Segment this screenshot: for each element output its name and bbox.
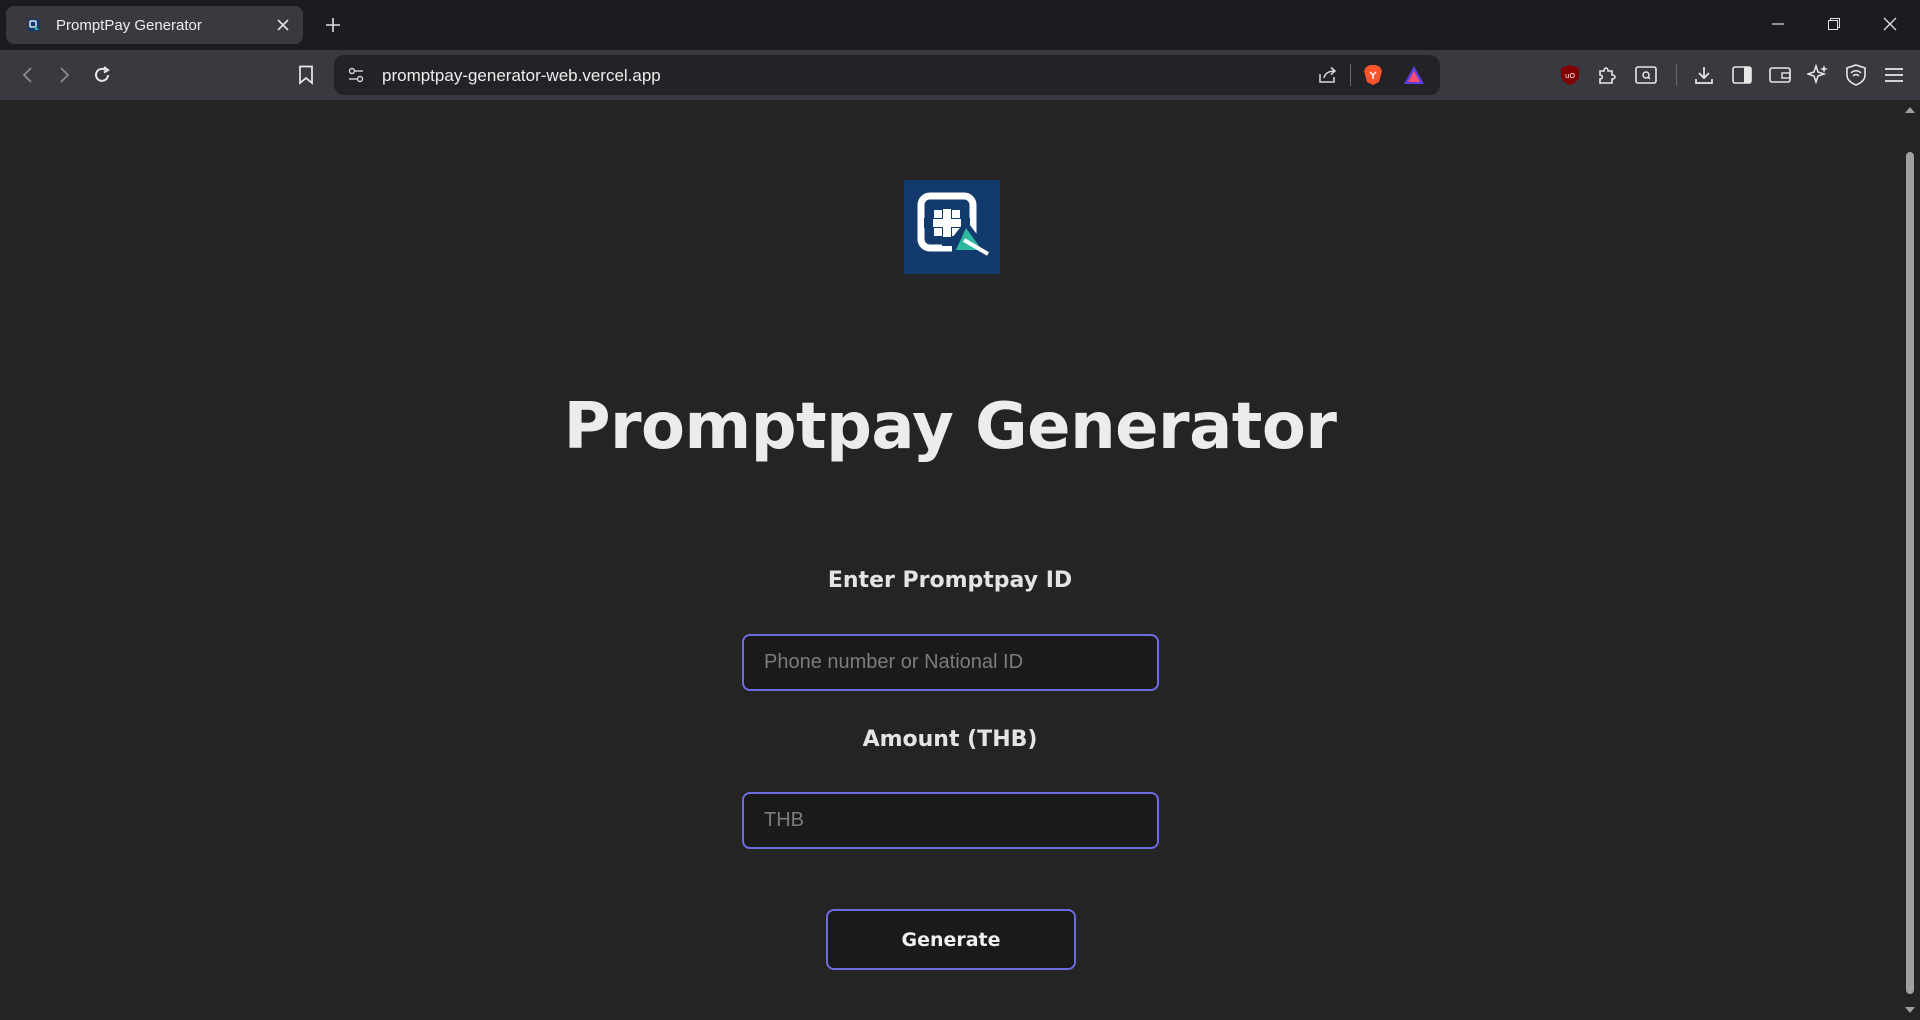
page-content: Promptpay Generator Enter Promptpay ID A…	[0, 100, 1900, 1020]
download-icon[interactable]	[1688, 59, 1720, 91]
promptpay-id-input[interactable]	[742, 634, 1159, 691]
page-scrollbar[interactable]	[1900, 100, 1920, 1020]
wallet-icon[interactable]	[1764, 59, 1796, 91]
qr-favicon-icon	[26, 17, 42, 33]
reload-icon[interactable]	[86, 59, 118, 91]
tab-title: PromptPay Generator	[56, 16, 202, 34]
arrow-left-icon[interactable]	[12, 59, 44, 91]
page-title: Promptpay Generator	[563, 390, 1337, 464]
new-tab-plus-icon[interactable]	[318, 10, 348, 40]
url-text: promptpay-generator-web.vercel.app	[382, 66, 661, 85]
toolbar-separator	[1676, 64, 1677, 86]
vpn-shield-icon[interactable]	[1840, 59, 1872, 91]
scroll-down-arrow-icon[interactable]	[1904, 1006, 1916, 1014]
ublock-icon[interactable]: uO	[1554, 59, 1586, 91]
arrow-right-icon[interactable]	[48, 59, 80, 91]
address-bar[interactable]: promptpay-generator-web.vercel.app	[334, 55, 1440, 95]
url-separator	[1350, 64, 1351, 86]
close-tab-icon[interactable]	[269, 11, 297, 39]
close-window-icon[interactable]	[1862, 0, 1918, 48]
minimize-window-icon[interactable]	[1750, 0, 1806, 48]
brave-rewards-icon[interactable]	[1398, 59, 1430, 91]
tab-strip: PromptPay Generator	[0, 0, 1920, 50]
generate-button[interactable]: Generate	[826, 909, 1076, 970]
sidebar-icon[interactable]	[1726, 59, 1758, 91]
amount-label: Amount (THB)	[862, 727, 1038, 752]
site-settings-icon[interactable]	[340, 59, 372, 91]
hamburger-menu-icon[interactable]	[1878, 59, 1910, 91]
restore-window-icon[interactable]	[1806, 0, 1862, 48]
bookmark-icon[interactable]	[290, 59, 322, 91]
promptpay-id-label: Enter Promptpay ID	[827, 568, 1073, 593]
brave-lion-icon[interactable]	[1357, 59, 1389, 91]
promptpay-logo	[904, 180, 1000, 274]
leo-ai-icon[interactable]	[1802, 59, 1834, 91]
active-tab[interactable]: PromptPay Generator	[6, 6, 303, 44]
scrollbar-thumb[interactable]	[1906, 152, 1914, 994]
puzzle-icon[interactable]	[1592, 59, 1624, 91]
share-icon[interactable]	[1312, 59, 1344, 91]
scroll-up-arrow-icon[interactable]	[1904, 106, 1916, 114]
svg-text:uO: uO	[1565, 72, 1575, 80]
reader-mode-icon[interactable]	[1630, 59, 1662, 91]
amount-input[interactable]	[742, 792, 1159, 849]
browser-toolbar: promptpay-generator-web.vercel.app uO	[0, 50, 1920, 100]
